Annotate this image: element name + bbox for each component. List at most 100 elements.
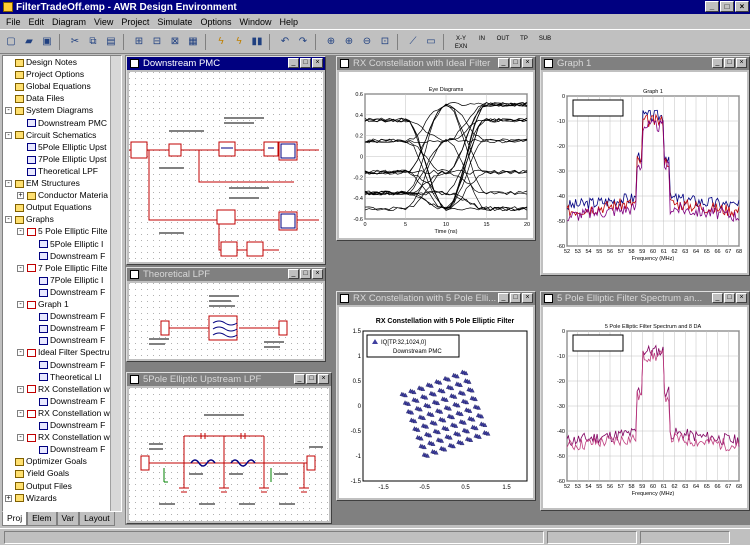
tree-item[interactable]: Data Files (15, 93, 64, 104)
window-maximize[interactable]: □ (306, 374, 317, 384)
subcircuit-button[interactable]: SUB (535, 32, 555, 52)
window-downstream-pmc[interactable]: Downstream PMC _ □ × (126, 56, 326, 265)
window-minimize[interactable]: _ (712, 58, 723, 68)
tree-item[interactable]: Yield Goals (15, 468, 69, 479)
zoom-out-icon[interactable]: ⊖ (359, 34, 375, 50)
tree-item[interactable]: Downstream F (39, 444, 105, 455)
app-icon[interactable] (3, 2, 13, 12)
tab-elem[interactable]: Elem (27, 512, 57, 526)
system-diagram[interactable] (129, 72, 323, 262)
test-point-button[interactable]: TP (514, 32, 534, 52)
tree-item[interactable]: Conductor Materia (27, 190, 108, 201)
window-maximize[interactable]: □ (724, 58, 735, 68)
tab-layout[interactable]: Layout (79, 512, 115, 526)
tree-item[interactable]: 5 Pole Elliptic Filte (27, 226, 107, 237)
menu-view[interactable]: View (90, 17, 117, 27)
window-close[interactable]: × (736, 58, 747, 68)
maximize-button[interactable]: □ (720, 1, 734, 12)
tree-item[interactable]: RX Constellation w (27, 408, 110, 419)
tree-item[interactable]: 5Pole Elliptic I (39, 239, 103, 250)
menu-simulate[interactable]: Simulate (153, 17, 196, 27)
tree-item[interactable]: Optimizer Goals (15, 456, 87, 467)
tree-scrollbar[interactable] (110, 56, 121, 511)
window-close[interactable]: × (522, 58, 533, 68)
tree-item[interactable]: RX Constellation w (27, 384, 110, 395)
open-icon[interactable]: ▰ (21, 34, 37, 50)
tree-item[interactable]: Global Equations (15, 81, 91, 92)
window-minimize[interactable]: _ (288, 58, 299, 68)
window-maximize[interactable]: □ (510, 293, 521, 303)
tree-expander[interactable]: - (5, 216, 12, 224)
port-in-button[interactable]: IN (472, 32, 492, 52)
tree-expander[interactable]: - (17, 349, 24, 357)
tree-expander[interactable]: + (5, 494, 12, 502)
tree-item[interactable]: 7Pole Elliptic Upst (27, 154, 107, 165)
tree-item[interactable]: Theoretical LPF (27, 166, 98, 177)
zoom-in-icon[interactable]: ⊕ (341, 34, 357, 50)
graph1-chart[interactable]: 52 53 54 55 56 57 58 59 60 61 62 63 64 65 66 67 680-10-2… (543, 72, 747, 273)
menu-options[interactable]: Options (196, 17, 235, 27)
tree-item[interactable]: 5Pole Elliptic Upst (27, 142, 107, 153)
upstream-schematic[interactable] (129, 388, 329, 521)
add-schematic-icon[interactable]: ⊞ (131, 34, 147, 50)
menu-file[interactable]: File (2, 17, 25, 27)
zoom-fit-icon[interactable]: ⊡ (377, 34, 393, 50)
redo-icon[interactable]: ↷ (295, 34, 311, 50)
wire-icon[interactable]: ⟋ (405, 34, 421, 50)
tree-expander[interactable]: - (5, 180, 12, 187)
tree-item[interactable]: Theoretical LI (39, 372, 102, 383)
tree-expander[interactable]: - (5, 107, 12, 115)
tree-item[interactable]: Output Equations (15, 202, 92, 213)
tree-item[interactable]: Design Notes (15, 57, 77, 68)
spectrum-chart[interactable]: 52 53 54 55 56 57 58 59 60 61 62 63 64 65 66 67 680-10-2… (543, 307, 747, 508)
tree-item[interactable]: Circuit Schematics (15, 130, 96, 141)
tree-item[interactable]: Ideal Filter Spectru (27, 347, 109, 358)
tree-item[interactable]: EM Structures (15, 178, 80, 189)
eye-diagram-chart[interactable]: 0 5 10 15 20 0.6 0.4 0.2 0 -0.2 -0.4 -0.6 Eye Diagra… (339, 72, 533, 238)
window-5pole-spectrum[interactable]: 5 Pole Elliptic Filter Spectrum an... _ □… (540, 291, 750, 511)
menu-edit[interactable]: Edit (25, 17, 49, 27)
tree-item[interactable]: Downstream F (39, 251, 105, 262)
window-close[interactable]: × (312, 58, 323, 68)
tree-item[interactable]: Downstream F (39, 323, 105, 334)
print-icon[interactable]: ▭ (423, 34, 439, 50)
window-rx-5pole[interactable]: RX Constellation with 5 Pole Elli... _ □ ×… (336, 291, 536, 501)
window-maximize[interactable]: □ (300, 269, 311, 279)
tree-expander[interactable]: - (5, 131, 12, 139)
add-system-icon[interactable]: ⊟ (149, 34, 165, 50)
window-rx-ideal-filter[interactable]: RX Constellation with Ideal Filter _ □ × 0… (336, 56, 536, 241)
add-em-icon[interactable]: ⊠ (167, 34, 183, 50)
tree-item[interactable]: Downstream F (39, 335, 105, 346)
constellation-chart[interactable]: RX Constellation with 5 Pole Elliptic Fi… (339, 307, 533, 498)
tree-expander[interactable]: + (17, 192, 24, 200)
window-close[interactable]: × (522, 293, 533, 303)
menu-project[interactable]: Project (117, 17, 153, 27)
tree-item[interactable]: Downstream F (39, 360, 105, 371)
window-5pole-upstream-lpf[interactable]: 5Pole Elliptic Upstream LPF _ □ × (126, 372, 332, 524)
tab-proj[interactable]: Proj (2, 512, 28, 526)
undo-icon[interactable]: ↶ (277, 34, 293, 50)
window-minimize[interactable]: _ (712, 293, 723, 303)
tree-item[interactable]: System Diagrams (15, 105, 93, 116)
tree-item[interactable]: RX Constellation w (27, 432, 110, 443)
pause-icon[interactable]: ▮▮ (249, 34, 265, 50)
tree-item[interactable]: Downstream PMC (27, 118, 107, 129)
xy-button[interactable]: X-Y EXN (451, 32, 471, 52)
window-theoretical-lpf[interactable]: Theoretical LPF _ □ × (126, 267, 326, 362)
tree-item[interactable]: 7 Pole Elliptic Filte (27, 263, 107, 274)
save-icon[interactable]: ▣ (39, 34, 55, 50)
tree-item[interactable]: Downstream F (39, 311, 105, 322)
tree-expander[interactable]: - (17, 301, 24, 308)
window-minimize[interactable]: _ (288, 269, 299, 279)
tree-expander[interactable]: - (17, 434, 24, 442)
add-graph-icon[interactable]: ▦ (185, 34, 201, 50)
tree-item[interactable]: Graph 1 (27, 299, 69, 310)
window-minimize[interactable]: _ (498, 58, 509, 68)
new-icon[interactable]: ▢ (3, 34, 19, 50)
window-close[interactable]: × (736, 293, 747, 303)
simulate-icon[interactable]: ϟ (213, 34, 229, 50)
zoom-area-icon[interactable]: ⊕ (323, 34, 339, 50)
window-minimize[interactable]: _ (294, 374, 305, 384)
menu-diagram[interactable]: Diagram (48, 17, 90, 27)
tree-expander[interactable]: - (17, 385, 24, 393)
